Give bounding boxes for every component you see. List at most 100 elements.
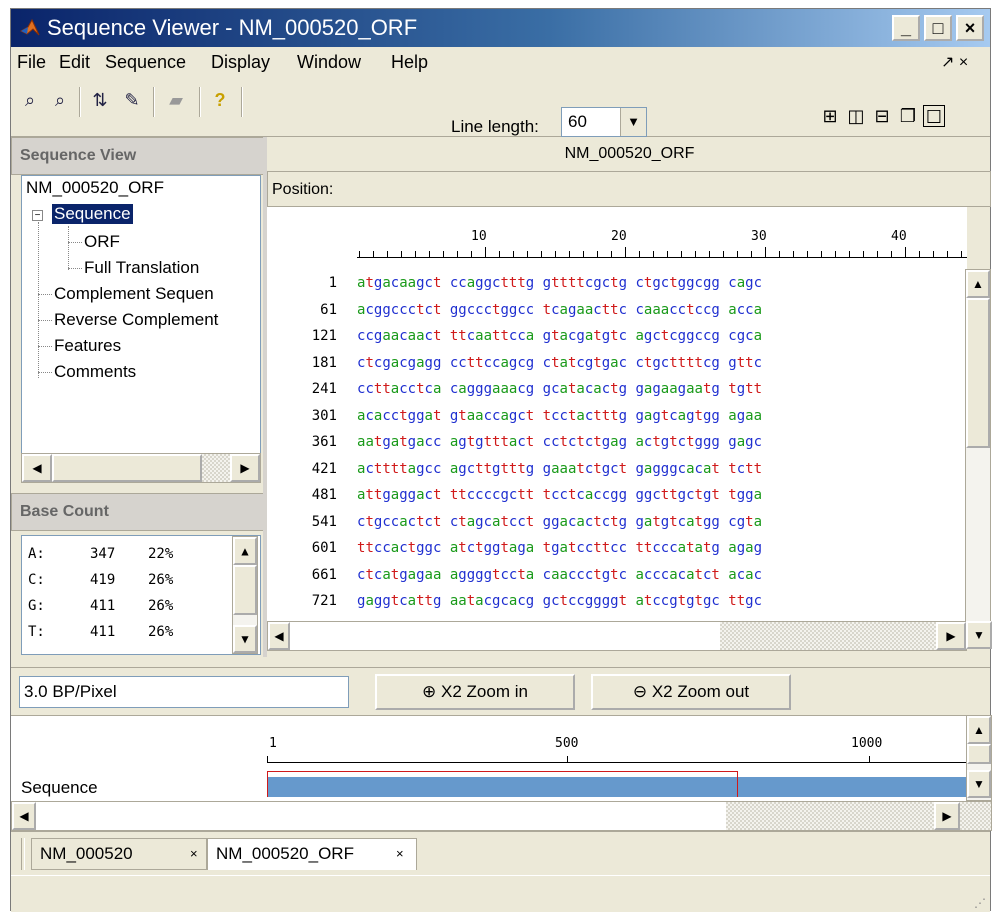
maximize-button[interactable]: □ bbox=[924, 15, 952, 41]
line-length-select[interactable]: 60 ▼ bbox=[561, 107, 647, 137]
close-button[interactable]: × bbox=[956, 15, 984, 41]
menu-window[interactable]: Window bbox=[297, 52, 361, 73]
tree-item-complement-sequence[interactable]: Complement Sequen bbox=[54, 284, 214, 304]
maximize-layout-icon[interactable]: ☐ bbox=[923, 105, 945, 127]
zoom-out-tool-icon[interactable]: ⌕ bbox=[47, 87, 73, 113]
eraser-icon[interactable]: ▰ bbox=[163, 87, 189, 113]
left-right-layout-icon[interactable]: ◫ bbox=[845, 105, 867, 127]
ruler-tick bbox=[947, 251, 948, 257]
sequence-row-position: 601 bbox=[311, 540, 337, 556]
ruler-tick bbox=[905, 247, 906, 257]
scroll-thumb[interactable] bbox=[36, 802, 726, 830]
tree-item-comments[interactable]: Comments bbox=[54, 362, 136, 382]
base-count: 419 bbox=[90, 572, 116, 588]
sequence-horizontal-scrollbar[interactable]: ◀ ▶ bbox=[267, 621, 967, 651]
menu-file[interactable]: File bbox=[17, 52, 46, 73]
sequence-row-position: 121 bbox=[311, 328, 337, 344]
scroll-up-icon[interactable]: ▲ bbox=[967, 716, 991, 744]
scroll-thumb[interactable] bbox=[52, 454, 202, 482]
ruler-tick bbox=[849, 251, 850, 257]
sequence-row-bases: acacctggat gtaaccagct tcctactttg gagtcag… bbox=[357, 407, 762, 424]
menu-bar: File Edit Sequence Display Window Help ↗… bbox=[11, 47, 990, 79]
sequence-row-position: 421 bbox=[311, 460, 337, 477]
ruler-tick bbox=[933, 251, 934, 257]
menu-help[interactable]: Help bbox=[391, 52, 428, 73]
scroll-down-icon[interactable]: ▼ bbox=[233, 625, 257, 653]
overview-track-label: Sequence bbox=[21, 778, 98, 797]
ruler-tick bbox=[611, 251, 612, 257]
menu-sequence[interactable]: Sequence bbox=[105, 52, 186, 73]
base-count-vertical-scrollbar[interactable]: ▲ ▼ bbox=[232, 536, 258, 654]
scroll-thumb[interactable] bbox=[966, 298, 990, 448]
sequence-row-bases: acttttagcc agcttgtttg gaaatctgct gagggca… bbox=[357, 460, 762, 477]
tree-item-features[interactable]: Features bbox=[54, 336, 121, 356]
sequence-row-bases: ccgaacaact ttcaattcca gtacgatgtc agctcgg… bbox=[357, 328, 762, 344]
swap-strands-icon[interactable]: ⇅ bbox=[87, 87, 113, 113]
sequence-row-position: 181 bbox=[311, 354, 337, 371]
bp-per-pixel-field[interactable]: 3.0 BP/Pixel bbox=[19, 676, 349, 708]
overview-vertical-scrollbar[interactable]: ▲ ▼ bbox=[966, 715, 992, 801]
tree-item-reverse-complement[interactable]: Reverse Complement bbox=[54, 310, 218, 330]
ruler-tick bbox=[373, 251, 374, 257]
scroll-left-icon[interactable]: ◀ bbox=[22, 454, 52, 482]
sequence-display[interactable]: 10 20 30 40 1 atgacaagct ccaggctttg gtttt… bbox=[267, 207, 967, 622]
menu-edit[interactable]: Edit bbox=[59, 52, 90, 73]
export-icon[interactable]: ✎ bbox=[119, 87, 145, 113]
tab-nm-000520-orf[interactable]: NM_000520_ORF × bbox=[207, 838, 417, 870]
ruler-label: 10 bbox=[471, 229, 487, 244]
tree-connector bbox=[38, 294, 52, 295]
scroll-thumb[interactable] bbox=[967, 744, 991, 764]
overview-axis bbox=[267, 762, 967, 763]
tree-item-full-translation[interactable]: Full Translation bbox=[84, 258, 199, 278]
float-layout-icon[interactable]: ❐ bbox=[897, 105, 919, 127]
tile-layout-icon[interactable]: ⊞ bbox=[819, 105, 841, 127]
tree-root-node[interactable]: NM_000520_ORF bbox=[26, 178, 164, 198]
scroll-left-icon[interactable]: ◀ bbox=[268, 622, 290, 650]
zoom-out-icon: ⊖ bbox=[632, 682, 652, 701]
close-icon[interactable]: × bbox=[190, 839, 198, 869]
ruler-tick bbox=[583, 251, 584, 257]
scroll-thumb[interactable] bbox=[233, 565, 257, 615]
scroll-up-icon[interactable]: ▲ bbox=[233, 537, 257, 565]
scroll-right-icon[interactable]: ▶ bbox=[230, 454, 260, 482]
tree-item-sequence[interactable]: Sequence bbox=[52, 204, 133, 224]
collapse-icon[interactable]: − bbox=[32, 210, 43, 221]
minimize-button[interactable]: _ bbox=[892, 15, 920, 41]
menu-display[interactable]: Display bbox=[211, 52, 270, 73]
ruler-tick bbox=[779, 251, 780, 257]
ruler-tick bbox=[597, 251, 598, 257]
zoom-in-tool-icon[interactable]: ⌕ bbox=[17, 87, 43, 113]
ruler-tick bbox=[639, 251, 640, 257]
sequence-row-bases: ttccactggc atctggtaga tgatccttcc ttcccat… bbox=[357, 540, 762, 556]
top-bottom-layout-icon[interactable]: ⊟ bbox=[871, 105, 893, 127]
toolbar: ⌕ ⌕ ⇅ ✎ ▰ ? Line length: 60 ▼ ⊞ ◫ ⊟ ❐ ☐ bbox=[11, 79, 990, 137]
zoom-out-button[interactable]: ⊖ X2 Zoom out bbox=[591, 674, 791, 710]
base-label: G: bbox=[28, 598, 45, 614]
ruler-tick bbox=[835, 251, 836, 257]
scroll-right-icon[interactable]: ▶ bbox=[934, 802, 960, 830]
sequence-row-bases: ctcatgagaa aggggtccta caaccctgtc acccaca… bbox=[357, 566, 762, 583]
scroll-down-icon[interactable]: ▼ bbox=[966, 621, 992, 649]
visible-region-selection[interactable] bbox=[267, 771, 738, 797]
overview-tick-label: 500 bbox=[555, 736, 579, 751]
undock-close-controls[interactable]: ↗ × bbox=[941, 52, 968, 72]
overview-horizontal-scrollbar[interactable]: ◀ ▶ bbox=[11, 801, 992, 831]
zoom-in-button[interactable]: ⊕ X2 Zoom in bbox=[375, 674, 575, 710]
tab-grip[interactable] bbox=[21, 838, 25, 870]
help-icon[interactable]: ? bbox=[207, 87, 233, 113]
chevron-down-icon[interactable]: ▼ bbox=[620, 108, 646, 136]
tab-label: NM_000520_ORF bbox=[216, 844, 354, 863]
tab-nm-000520[interactable]: NM_000520 × bbox=[31, 838, 207, 870]
matlab-logo-icon bbox=[19, 18, 40, 36]
tree-item-orf[interactable]: ORF bbox=[84, 232, 120, 252]
scroll-left-icon[interactable]: ◀ bbox=[12, 802, 36, 830]
scroll-right-icon[interactable]: ▶ bbox=[936, 622, 966, 650]
resize-grip-icon[interactable]: ⋰ bbox=[974, 896, 986, 910]
scroll-thumb[interactable] bbox=[290, 622, 720, 650]
tree-horizontal-scrollbar[interactable]: ◀ ▶ bbox=[21, 453, 261, 483]
sequence-row-position: 241 bbox=[311, 381, 337, 397]
close-icon[interactable]: × bbox=[396, 839, 404, 869]
sequence-vertical-scrollbar[interactable]: ▲ bbox=[965, 269, 991, 629]
scroll-down-icon[interactable]: ▼ bbox=[967, 770, 991, 798]
scroll-up-icon[interactable]: ▲ bbox=[966, 270, 990, 298]
